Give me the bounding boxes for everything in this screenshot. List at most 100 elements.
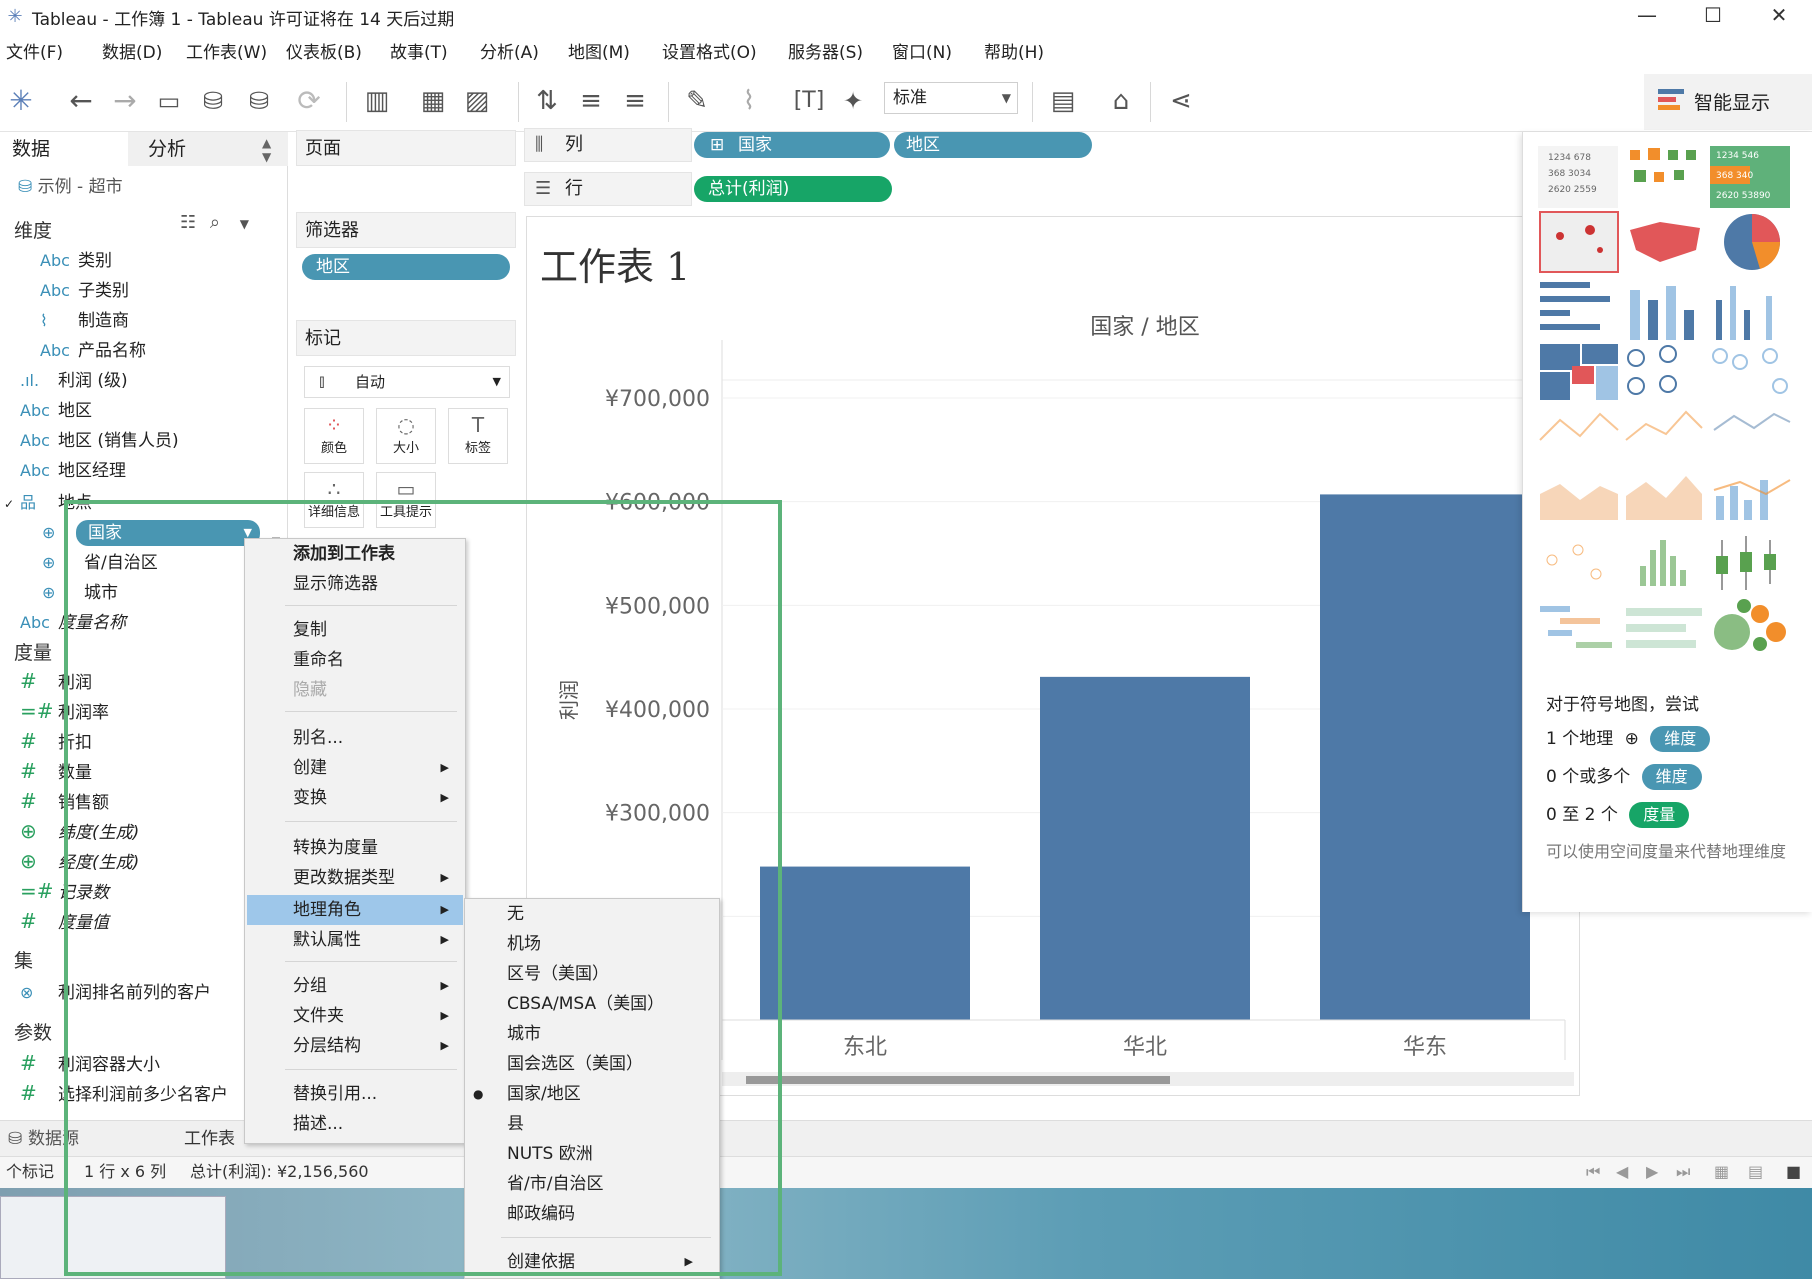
menu-item-folder[interactable]: 文件夹 ▶ <box>293 1001 461 1031</box>
menu-item-create[interactable]: 创建 ▶ <box>293 753 461 783</box>
horizontal-bars-thumb[interactable] <box>1540 282 1610 330</box>
geo-role-county[interactable]: 县 <box>507 1109 524 1139</box>
submenu-arrow-icon: ▶ <box>440 979 449 992</box>
sheet-tab[interactable]: 工作表 <box>184 1121 235 1157</box>
menu-item-group[interactable]: 分组 ▶ <box>293 971 461 1001</box>
geo-role-submenu: 无 机场 区号（美国） CBSA/MSA（美国） 城市 国会选区（美国） ● 国… <box>464 898 720 1279</box>
svg-text:1234 678: 1234 678 <box>1548 153 1591 163</box>
datasource-tab-icon: ⛁ <box>8 1129 23 1149</box>
menu-item-hide: 隐藏 <box>293 680 327 700</box>
line-discrete-thumb[interactable] <box>1625 410 1703 441</box>
menu-separator <box>285 711 457 712</box>
menu-separator <box>285 961 457 962</box>
field-context-menu: 添加到工作表 显示筛选器 复制 重命名 隐藏 别名... 创建 ▶ 变换 ▶ 转换为… <box>244 538 466 1144</box>
status-rows-cols: 1 行 x 6 列 <box>84 1162 167 1181</box>
submenu-arrow-icon: ▶ <box>440 871 449 884</box>
scatter-plot-thumb[interactable] <box>1546 544 1602 580</box>
geo-role-nuts[interactable]: NUTS 欧洲 <box>507 1139 593 1169</box>
geo-role-create-from[interactable]: 创建依据 ▶ <box>507 1247 707 1277</box>
geo-role-cbsa[interactable]: CBSA/MSA（美国） <box>507 989 664 1019</box>
geo-role-zip[interactable]: 邮政编码 <box>507 1199 575 1229</box>
menu-item-geo-role[interactable]: 地理角色 ▶ <box>293 895 461 925</box>
geo-role-congress[interactable]: 国会选区（美国） <box>507 1049 643 1079</box>
svg-text:2620 53890: 2620 53890 <box>1716 191 1771 201</box>
text-table-thumb[interactable]: 1234 678 368 3034 2620 2559 <box>1538 146 1618 208</box>
nav-prev-icon[interactable]: ◀ <box>1616 1157 1628 1187</box>
menu-separator <box>285 605 457 606</box>
dual-line-thumb[interactable] <box>1713 412 1791 431</box>
svg-text:368 340: 368 340 <box>1716 171 1753 181</box>
bullet-graph-thumb[interactable] <box>1626 608 1702 648</box>
tabs-view-icon[interactable]: ■ <box>1786 1157 1801 1187</box>
sheet-sorter-icon[interactable]: ▦ <box>1714 1157 1729 1187</box>
side-circles-thumb[interactable] <box>1712 348 1788 394</box>
submenu-arrow-icon: ▶ <box>440 791 449 804</box>
menu-item-show-filter[interactable]: 显示筛选器 <box>293 569 378 599</box>
geo-role-city[interactable]: 城市 <box>507 1019 541 1049</box>
submenu-arrow-icon: ▶ <box>440 761 449 774</box>
dimension-pill: 维度 <box>1650 726 1711 752</box>
treemap-thumb[interactable] <box>1540 344 1618 400</box>
geo-role-area-code[interactable]: 区号（美国） <box>507 959 609 989</box>
menu-separator <box>285 821 457 822</box>
heatmap-thumb[interactable] <box>1624 146 1704 208</box>
menu-item-replace-refs[interactable]: 替换引用... <box>293 1079 377 1109</box>
line-continuous-thumb[interactable] <box>1539 412 1619 441</box>
geo-role-none[interactable]: 无 <box>507 899 524 929</box>
menu-item-default-props[interactable]: 默认属性 ▶ <box>293 925 461 955</box>
area-discrete-thumb[interactable] <box>1626 476 1702 520</box>
area-continuous-thumb[interactable] <box>1540 484 1618 520</box>
submenu-arrow-icon: ▶ <box>440 933 449 946</box>
geo-role-airport[interactable]: 机场 <box>507 929 541 959</box>
submenu-arrow-icon: ▶ <box>440 1039 449 1052</box>
svg-text:2620 2559: 2620 2559 <box>1548 185 1597 195</box>
geo-role-country[interactable]: 国家/地区 <box>507 1079 581 1109</box>
menu-item-hierarchy[interactable]: 分层结构 ▶ <box>293 1031 461 1061</box>
dimension-pill: 维度 <box>1641 764 1702 790</box>
menu-separator <box>285 1069 457 1070</box>
smart-show-note: 可以使用空间度量来代替地理维度 <box>1546 842 1787 861</box>
measure-pill: 度量 <box>1629 802 1690 828</box>
stacked-bars-thumb[interactable] <box>1630 286 1694 340</box>
menu-item-change-type[interactable]: 更改数据类型 ▶ <box>293 863 461 893</box>
geo-role-province[interactable]: 省/市/自治区 <box>507 1169 603 1199</box>
status-sum: 总计(利润): ¥2,156,560 <box>190 1162 369 1181</box>
nav-last-icon[interactable]: ⏭ <box>1676 1157 1690 1187</box>
menu-item-convert-measure[interactable]: 转换为度量 <box>293 833 378 863</box>
submenu-arrow-icon: ▶ <box>684 1255 693 1268</box>
pie-chart-thumb[interactable] <box>1724 214 1781 270</box>
filmstrip-icon[interactable]: ▤ <box>1748 1157 1763 1187</box>
menu-item-describe[interactable]: 描述... <box>293 1109 343 1139</box>
smart-show-req-3: 0 至 2 个 度量 <box>1546 800 1690 828</box>
desktop-background <box>0 1188 1812 1279</box>
svg-text:1234 546: 1234 546 <box>1716 151 1759 161</box>
datasource-tab[interactable]: 数据源 <box>28 1121 79 1157</box>
menu-item-add-to-sheet[interactable]: 添加到工作表 <box>293 539 395 569</box>
checked-bullet-icon: ● <box>473 1087 484 1101</box>
globe-icon: ⊕ <box>1624 729 1639 749</box>
menu-item-transform[interactable]: 变换 ▶ <box>293 783 461 813</box>
histogram-thumb[interactable] <box>1640 540 1686 586</box>
menu-item-copy[interactable]: 复制 <box>293 615 327 645</box>
submenu-arrow-icon: ▶ <box>440 1009 449 1022</box>
dual-combo-thumb[interactable] <box>1713 479 1791 520</box>
menu-item-alias[interactable]: 别名... <box>293 723 343 753</box>
taskbar-preview-window[interactable] <box>0 1196 226 1279</box>
nav-next-icon[interactable]: ▶ <box>1646 1157 1658 1187</box>
box-plot-thumb[interactable] <box>1716 536 1776 590</box>
side-by-side-bars-thumb[interactable] <box>1716 286 1772 340</box>
gantt-thumb[interactable] <box>1540 606 1612 648</box>
menu-separator <box>501 1237 711 1238</box>
status-marks: 个标记 <box>6 1162 55 1181</box>
menu-item-rename[interactable]: 重命名 <box>293 645 344 675</box>
highlight-table-thumb[interactable]: 1234 546 368 340 2620 53890 <box>1710 146 1790 208</box>
smart-show-req-2: 0 个或多个 维度 <box>1546 762 1702 790</box>
smart-show-hint-title: 对于符号地图，尝试 <box>1546 695 1699 715</box>
nav-first-icon[interactable]: ⏮ <box>1586 1157 1600 1187</box>
svg-text:368 3034: 368 3034 <box>1548 169 1591 179</box>
packed-bubbles-thumb[interactable] <box>1714 599 1786 651</box>
filled-map-thumb[interactable] <box>1624 212 1704 272</box>
symbol-map-thumb[interactable] <box>1539 211 1619 273</box>
submenu-arrow-icon: ▶ <box>440 903 449 916</box>
circle-views-thumb[interactable] <box>1627 345 1677 395</box>
